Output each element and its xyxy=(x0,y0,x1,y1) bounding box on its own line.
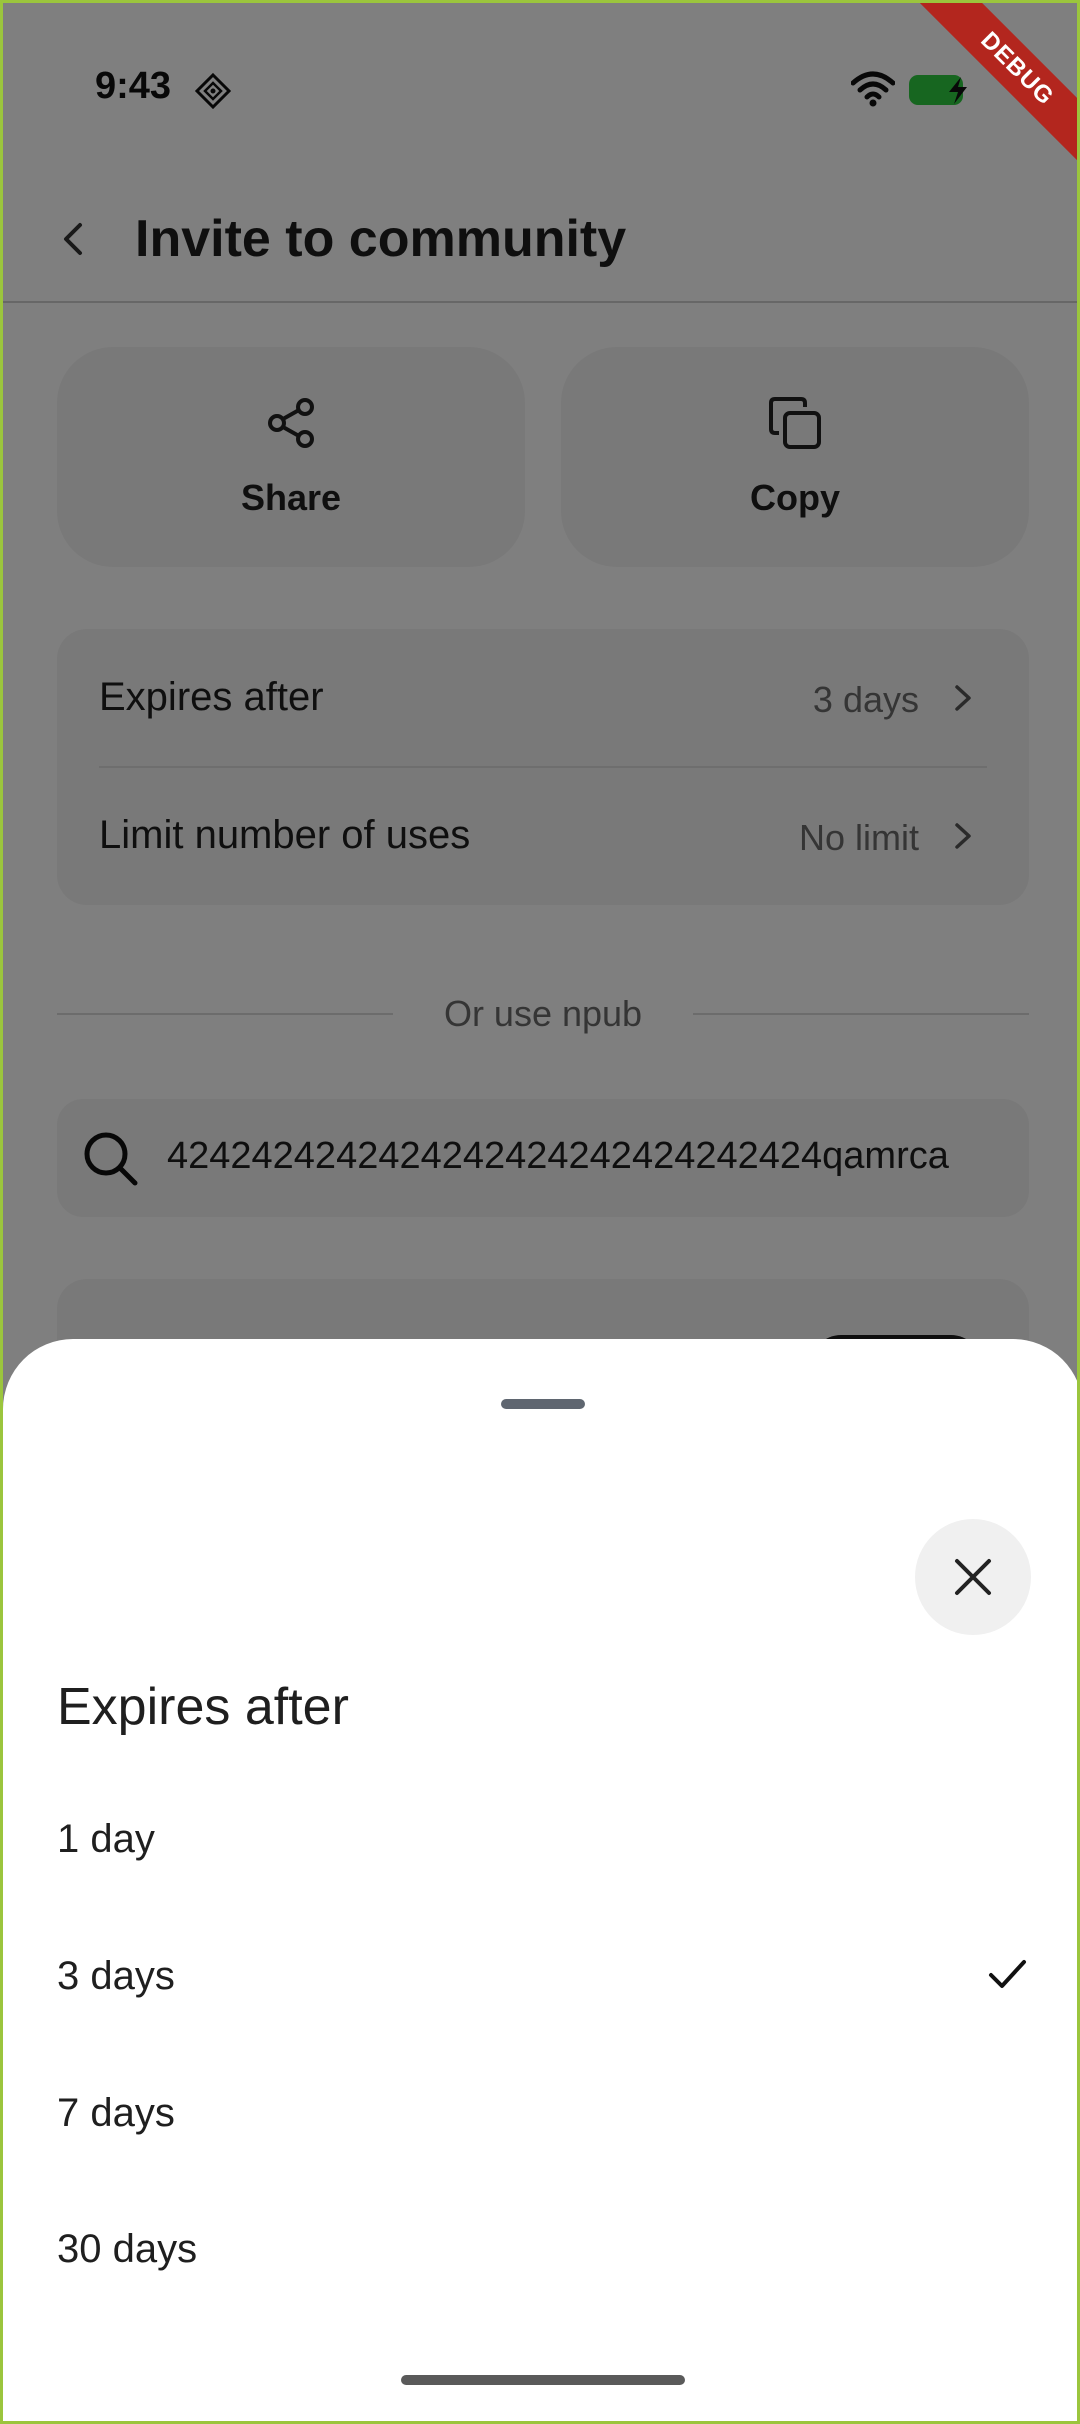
home-indicator xyxy=(401,2375,685,2385)
close-icon xyxy=(955,1559,991,1595)
option-label: 1 day xyxy=(57,1817,155,1861)
drag-handle[interactable] xyxy=(501,1399,585,1409)
expires-after-sheet: Expires after 1 day 3 days 7 days 30 day… xyxy=(3,1339,1077,2421)
option-30-days[interactable]: 30 days xyxy=(3,2197,1077,2307)
screen: 9:43 Invite to community xyxy=(0,0,1080,2424)
close-button[interactable] xyxy=(915,1519,1031,1635)
option-3-days[interactable]: 3 days xyxy=(3,1924,1077,2034)
checkmark-icon xyxy=(989,1960,1026,1988)
option-label: 30 days xyxy=(57,2227,198,2271)
option-label: 3 days xyxy=(57,1954,175,1998)
option-1-day[interactable]: 1 day xyxy=(3,1787,1077,1897)
option-label: 7 days xyxy=(57,2091,175,2135)
option-7-days[interactable]: 7 days xyxy=(3,2061,1077,2171)
sheet-title: Expires after xyxy=(57,1678,349,1736)
